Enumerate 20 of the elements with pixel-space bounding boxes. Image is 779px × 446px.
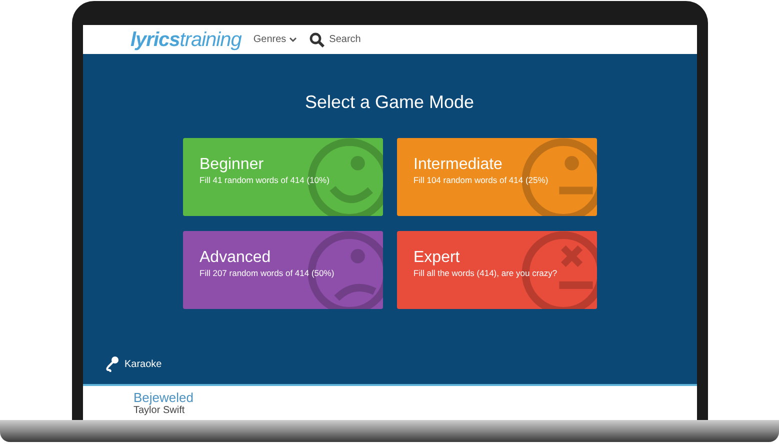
mode-description: Fill 41 random words of 414 (10%): [200, 175, 330, 186]
mode-name: Expert: [414, 248, 460, 268]
search-button[interactable]: Search: [309, 32, 361, 48]
microphone-icon: [104, 356, 118, 372]
chevron-down-icon: [289, 36, 298, 42]
genres-menu[interactable]: Genres: [253, 32, 298, 47]
song-artist: Taylor Swift: [134, 405, 186, 417]
game-mode-card[interactable]: Advanced Fill 207 random words of 414 (50%): [182, 231, 382, 309]
mode-description: Fill 207 random words of 414 (50%): [200, 268, 334, 279]
search-icon: [309, 32, 326, 48]
game-mode-card[interactable]: Expert Fill all the words (414), are you crazy?: [396, 231, 596, 309]
mode-description: Fill 104 random words of 414 (25%): [414, 175, 548, 186]
logo: lyricstraining: [130, 30, 242, 50]
mode-description: Fill all the words (414), are you crazy?: [414, 268, 558, 279]
mode-name: Intermediate: [414, 155, 502, 175]
page-title: Select a Game Mode: [304, 91, 474, 114]
song-title[interactable]: Bejeweled: [134, 390, 696, 405]
mode-name: Beginner: [200, 155, 264, 175]
mode-name: Advanced: [200, 248, 271, 268]
karaoke-button[interactable]: Karaoke: [104, 356, 162, 372]
